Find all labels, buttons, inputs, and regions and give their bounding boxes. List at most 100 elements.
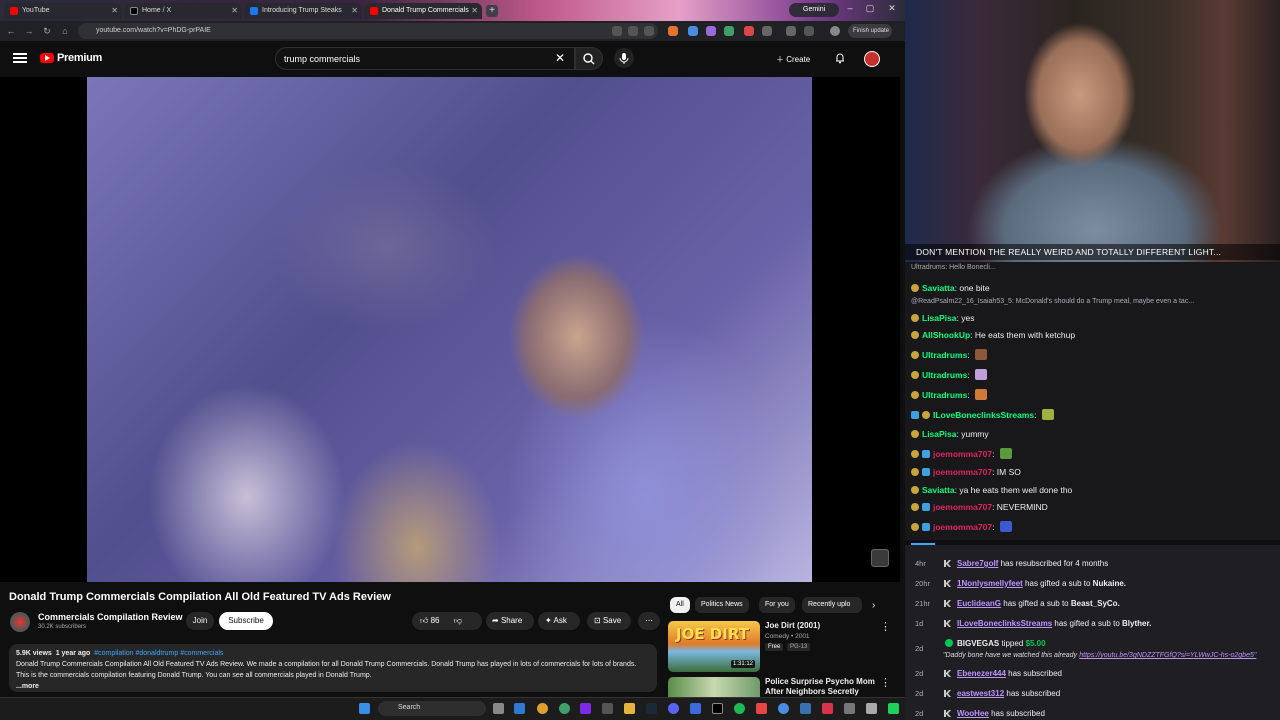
activity-username[interactable]: 1Nonlysmellyfeet [957,579,1023,588]
chat-username[interactable]: Ultradrums [922,370,967,380]
chat-username[interactable]: ILoveBoneclinksStreams [933,410,1034,420]
tab-youtube[interactable]: YouTube ✕ [4,3,122,19]
show-more-link[interactable]: ...more [16,681,650,692]
app-icon[interactable] [800,703,811,714]
more-actions-button[interactable]: ⋯ [638,612,660,630]
terminal-icon[interactable] [602,703,613,714]
chrome-icon[interactable] [537,703,548,714]
chevron-right-icon[interactable]: › [872,600,875,611]
task-view-icon[interactable] [493,703,504,714]
gemini-button[interactable]: Gemini [789,3,839,17]
activity-username[interactable]: Sabre7golf [957,559,998,568]
steam-icon[interactable] [646,703,657,714]
chat-username[interactable]: Ultradrums [922,350,967,360]
activity-username[interactable]: WooHee [957,709,989,718]
tab-trump-steaks[interactable]: Introducing Trump Steaks ✕ [244,3,362,19]
more-vertical-icon[interactable]: ⋮ [880,620,891,633]
close-tab-icon[interactable]: ✕ [351,6,358,15]
taskbar-search[interactable]: Search [378,701,486,716]
tip-link[interactable]: https://youtu.be/3gNDZZTFGfQ?si=YLWwJC-h… [1079,652,1256,659]
activity-username[interactable]: eastwest312 [957,689,1004,698]
chrome-profile-icon[interactable] [559,703,570,714]
chat-username[interactable]: LisaPisa [922,429,957,439]
chip-politics-news[interactable]: Politics News [695,597,749,613]
back-icon[interactable]: ← [5,25,17,37]
app-icon[interactable] [844,703,855,714]
hashtags[interactable]: #compilation #donaldtrump #commercials [94,650,223,657]
file-explorer-icon[interactable] [624,703,635,714]
download-icon[interactable] [804,26,814,36]
activity-username[interactable]: EuclideanG [957,599,1001,608]
youtube-logo-icon[interactable] [40,53,54,63]
share-button[interactable]: ➦ Share [486,612,534,630]
reload-icon[interactable]: ↻ [41,25,53,37]
app-icon[interactable] [888,703,899,714]
video-frame[interactable] [87,77,812,582]
chat-username[interactable]: Saviatta [922,283,955,293]
save-button[interactable]: ⊡ Save [587,612,631,630]
close-window-icon[interactable]: ✕ [884,3,900,17]
home-icon[interactable]: ⌂ [59,25,71,37]
forward-icon[interactable]: → [23,25,35,37]
windows-start-icon[interactable] [359,703,370,714]
voice-search-button[interactable] [614,48,634,68]
recommendation-thumbnail[interactable] [668,677,760,697]
zoom-icon[interactable] [612,26,622,36]
chat-username[interactable]: LisaPisa [922,313,957,323]
like-button[interactable]: 👍︎ 86 [420,616,440,625]
new-tab-button[interactable]: + [486,5,498,17]
notifications-bell-icon[interactable] [834,52,846,64]
maps-pin-icon[interactable] [822,703,833,714]
tab-x[interactable]: Home / X ✕ [124,3,242,19]
activity-username[interactable]: ILoveBoneclinksStreams [957,619,1052,628]
chip-all[interactable]: All [670,597,690,613]
app-icon[interactable] [756,703,767,714]
cast-icon[interactable] [628,26,638,36]
extension-icon[interactable] [706,26,716,36]
close-tab-icon[interactable]: ✕ [471,6,478,15]
subscribe-button[interactable]: Subscribe [219,612,273,630]
chip-recently-uploaded[interactable]: Recently uplo [802,597,862,613]
activity-username[interactable]: BIGVEGAS [957,639,999,648]
profile-avatar[interactable] [830,26,840,36]
sidebar-icon[interactable] [786,26,796,36]
extension-icon[interactable] [744,26,754,36]
close-tab-icon[interactable]: ✕ [111,6,118,15]
chat-username[interactable]: joemomma707 [933,467,992,477]
search-button[interactable] [575,47,603,70]
more-vertical-icon[interactable]: ⋮ [880,676,891,689]
app-icon[interactable] [866,703,877,714]
maximize-icon[interactable]: ▢ [862,3,878,17]
hamburger-menu-icon[interactable] [13,53,27,63]
app-icon[interactable] [690,703,701,714]
channel-avatar[interactable] [10,612,30,632]
chat-username[interactable]: AllShookUp [922,330,970,340]
chat-username[interactable]: joemomma707 [933,449,992,459]
ask-button[interactable]: ✦ Ask [538,612,580,630]
chat-username[interactable]: Ultradrums [922,390,967,400]
extension-icon[interactable] [688,26,698,36]
dislike-button[interactable]: 👎︎ [454,616,462,625]
clear-search-icon[interactable]: ✕ [555,51,565,65]
miniplayer-icon[interactable] [871,549,889,567]
obs-icon[interactable] [580,703,591,714]
bookmark-star-icon[interactable] [644,26,654,36]
activity-username[interactable]: Ebenezer444 [957,669,1006,678]
join-button[interactable]: Join [186,612,214,630]
account-avatar[interactable] [864,51,880,67]
description-box[interactable]: 5.9K views 1 year ago #compilation #dona… [9,644,657,692]
x-app-icon[interactable] [712,703,723,714]
close-tab-icon[interactable]: ✕ [231,6,238,15]
chip-for-you[interactable]: For you [759,597,795,613]
finish-update-button[interactable]: Finish update [848,24,892,38]
tab-trump-commercials[interactable]: Donald Trump Commercials ✕ [364,3,482,19]
spotify-icon[interactable] [734,703,745,714]
search-input[interactable]: trump commercials [275,47,575,70]
extension-icon[interactable] [724,26,734,36]
channel-name[interactable]: Commercials Compilation Review [38,612,183,622]
edge-icon[interactable] [514,703,525,714]
url-bar[interactable]: youtube.com/watch?v=PhDG-prPAIE [78,23,658,39]
extension-icon[interactable] [668,26,678,36]
app-icon[interactable] [778,703,789,714]
chat-username[interactable]: joemomma707 [933,522,992,532]
